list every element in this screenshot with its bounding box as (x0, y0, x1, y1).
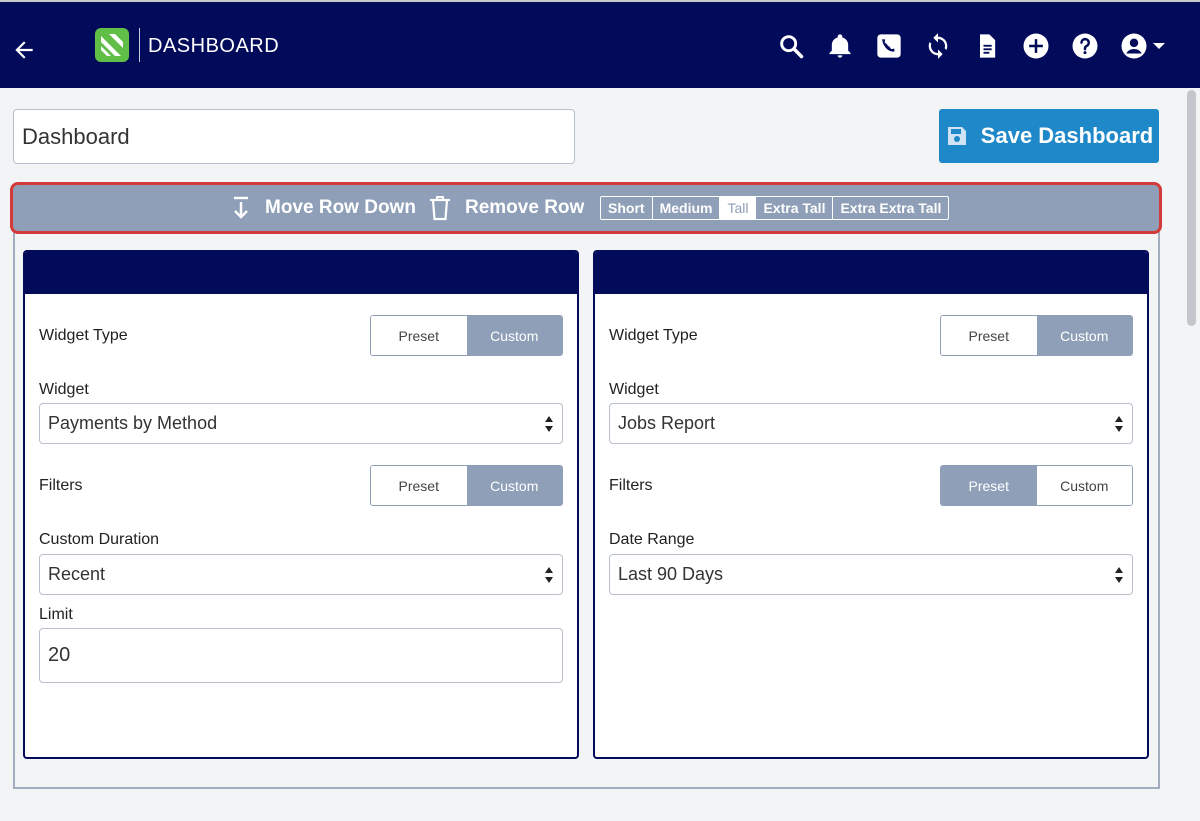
select-arrows-icon (545, 416, 553, 432)
filters-toggle: Preset Custom (940, 465, 1133, 506)
date-range-select[interactable]: Last 90 Days (609, 554, 1133, 595)
filters-custom-option[interactable]: Custom (466, 466, 562, 505)
widget-type-preset-option[interactable]: Preset (371, 316, 467, 355)
back-button[interactable] (8, 34, 40, 66)
limit-input[interactable] (39, 628, 563, 683)
select-arrows-icon (545, 567, 553, 583)
widget-label: Widget (39, 381, 89, 398)
bell-icon (829, 34, 851, 58)
page-scrollbar[interactable] (1184, 88, 1200, 821)
notifications-button[interactable] (822, 28, 858, 64)
page-title: DASHBOARD (148, 35, 280, 57)
widget-card-header (25, 252, 577, 294)
custom-duration-value: Recent (48, 564, 106, 584)
filters-label: Filters (39, 477, 83, 494)
logo-divider (139, 28, 140, 62)
account-icon (1121, 33, 1146, 59)
phone-icon (877, 34, 901, 58)
save-dashboard-button[interactable]: Save Dashboard (939, 109, 1159, 163)
date-range-value: Last 90 Days (618, 564, 724, 584)
dashboard-name-input[interactable] (13, 109, 575, 164)
back-arrow-icon (15, 41, 33, 59)
widget-select-value: Jobs Report (618, 413, 716, 433)
widget-type-custom-option[interactable]: Custom (1036, 316, 1132, 355)
top-navigation-bar: DASHBOARD (0, 0, 1200, 88)
search-icon (780, 35, 804, 59)
app-frame: DASHBOARD Dashboard Save Dashboard Move … (0, 0, 1200, 821)
select-arrows-icon (1115, 567, 1123, 583)
document-button[interactable] (969, 28, 1005, 64)
account-menu-button[interactable] (1116, 28, 1168, 64)
widget-select[interactable]: Jobs Report (609, 403, 1133, 444)
toolbar-highlight-outline (10, 182, 1162, 234)
custom-duration-label: Custom Duration (39, 531, 160, 548)
widget-label: Widget (609, 381, 659, 398)
filters-toggle: Preset Custom (370, 465, 563, 506)
widget-type-preset-option[interactable]: Preset (941, 316, 1037, 355)
widget-type-label: Widget Type (39, 327, 128, 344)
phone-button[interactable] (871, 28, 907, 64)
save-dashboard-label: Save Dashboard (980, 123, 1154, 148)
widget-card-header (595, 252, 1147, 294)
widget-select[interactable]: Payments by Method (39, 403, 563, 444)
scrollbar-thumb[interactable] (1187, 90, 1196, 326)
filters-preset-option[interactable]: Preset (371, 466, 467, 505)
top-icon-bar (760, 28, 1168, 64)
search-button[interactable] (773, 28, 809, 64)
select-arrows-icon (1115, 416, 1123, 432)
filters-label: Filters (609, 477, 653, 494)
app-logo (95, 28, 129, 62)
widget-type-toggle: Preset Custom (370, 315, 563, 356)
custom-duration-select[interactable]: Recent (39, 554, 563, 595)
filters-custom-option[interactable]: Custom (1036, 466, 1132, 505)
date-range-label: Date Range (609, 531, 695, 548)
add-button[interactable] (1018, 28, 1054, 64)
widget-card-2: Widget Type Preset Custom Widget Jobs Re… (593, 250, 1149, 759)
widget-select-value: Payments by Method (48, 413, 218, 433)
widget-card-1: Widget Type Preset Custom Widget Payment… (23, 250, 579, 759)
help-icon (1072, 33, 1098, 59)
limit-label: Limit (39, 606, 73, 623)
widget-type-toggle: Preset Custom (940, 315, 1133, 356)
help-button[interactable] (1067, 28, 1103, 64)
widget-type-label: Widget Type (609, 327, 698, 344)
filters-preset-option[interactable]: Preset (941, 466, 1037, 505)
save-icon (947, 127, 966, 145)
sync-button[interactable] (920, 28, 956, 64)
widget-type-custom-option[interactable]: Custom (466, 316, 562, 355)
sync-icon (928, 33, 948, 59)
add-circle-icon (1023, 33, 1049, 59)
caret-down-icon (1152, 43, 1165, 49)
document-icon (980, 34, 996, 58)
